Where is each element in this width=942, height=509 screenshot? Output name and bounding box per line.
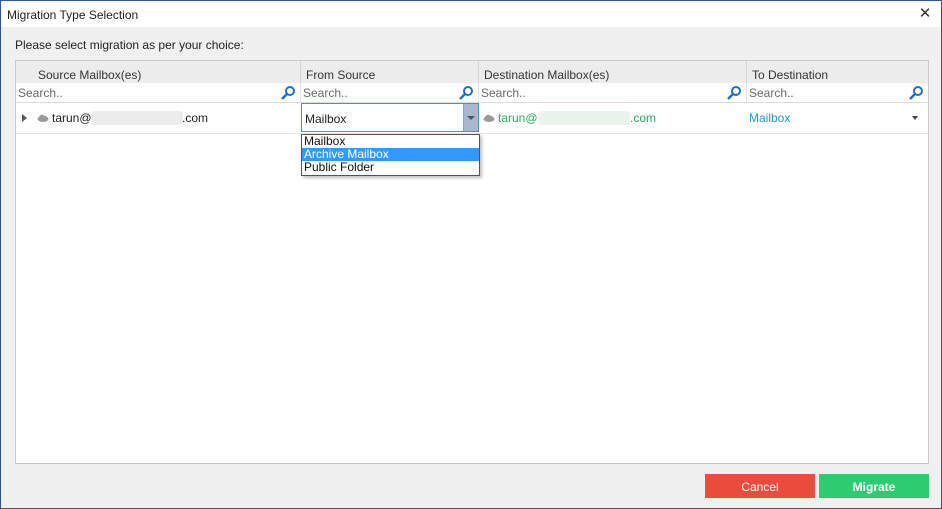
- destination-email-prefix: tarun@: [498, 111, 538, 125]
- dropdown-button[interactable]: [463, 104, 478, 131]
- search-input-from-source[interactable]: [303, 85, 456, 100]
- expand-arrow-icon[interactable]: [22, 114, 27, 122]
- dialog-title: Migration Type Selection: [7, 8, 139, 22]
- search-icon[interactable]: [726, 85, 742, 101]
- from-source-dropdown-list: Mailbox Archive Mailbox Public Folder: [301, 134, 480, 176]
- mailbox-grid: Source Mailbox(es) From Source Destinati…: [15, 60, 929, 464]
- cancel-button[interactable]: Cancel: [705, 474, 815, 498]
- search-icon[interactable]: [458, 85, 474, 101]
- source-email-prefix: tarun@: [52, 111, 92, 125]
- search-icon[interactable]: [908, 85, 924, 101]
- destination-email-suffix: .com: [630, 111, 657, 125]
- column-header-source[interactable]: Source Mailbox(es): [16, 61, 301, 83]
- source-email-suffix: .com: [182, 111, 209, 125]
- chevron-down-icon: [467, 116, 475, 120]
- search-input-destination[interactable]: [481, 85, 724, 100]
- cloud-icon: [37, 114, 49, 122]
- column-header-to-destination[interactable]: To Destination: [747, 61, 928, 83]
- redacted-source-domain: [91, 111, 183, 125]
- column-header-destination[interactable]: Destination Mailbox(es): [479, 61, 747, 83]
- to-destination-select[interactable]: Mailbox: [749, 111, 790, 125]
- close-icon[interactable]: ✕: [915, 4, 935, 24]
- instruction-text: Please select migration as per your choi…: [15, 38, 244, 52]
- table-row[interactable]: tarun@ .com Mailbox tarun@ .com Mailbox: [16, 103, 928, 134]
- migrate-button[interactable]: Migrate: [819, 474, 929, 498]
- search-input-to-destination[interactable]: [749, 85, 906, 100]
- column-header-from-source[interactable]: From Source: [301, 61, 479, 83]
- redacted-destination-domain: [538, 111, 630, 125]
- title-bar: Migration Type Selection ✕: [1, 1, 941, 27]
- dropdown-option-public-folder[interactable]: Public Folder: [302, 161, 479, 174]
- filter-cell-source: [16, 83, 301, 103]
- from-source-value: Mailbox: [305, 112, 347, 126]
- chevron-down-icon[interactable]: [912, 116, 918, 120]
- search-input-source[interactable]: [18, 85, 278, 100]
- from-source-select[interactable]: Mailbox: [301, 103, 479, 132]
- cloud-icon: [483, 114, 495, 122]
- filter-cell-from-source: [301, 83, 479, 103]
- filter-cell-to-destination: [747, 83, 928, 103]
- filter-cell-destination: [479, 83, 747, 103]
- search-icon[interactable]: [280, 85, 296, 101]
- migration-type-dialog: Migration Type Selection ✕ Please select…: [0, 0, 942, 509]
